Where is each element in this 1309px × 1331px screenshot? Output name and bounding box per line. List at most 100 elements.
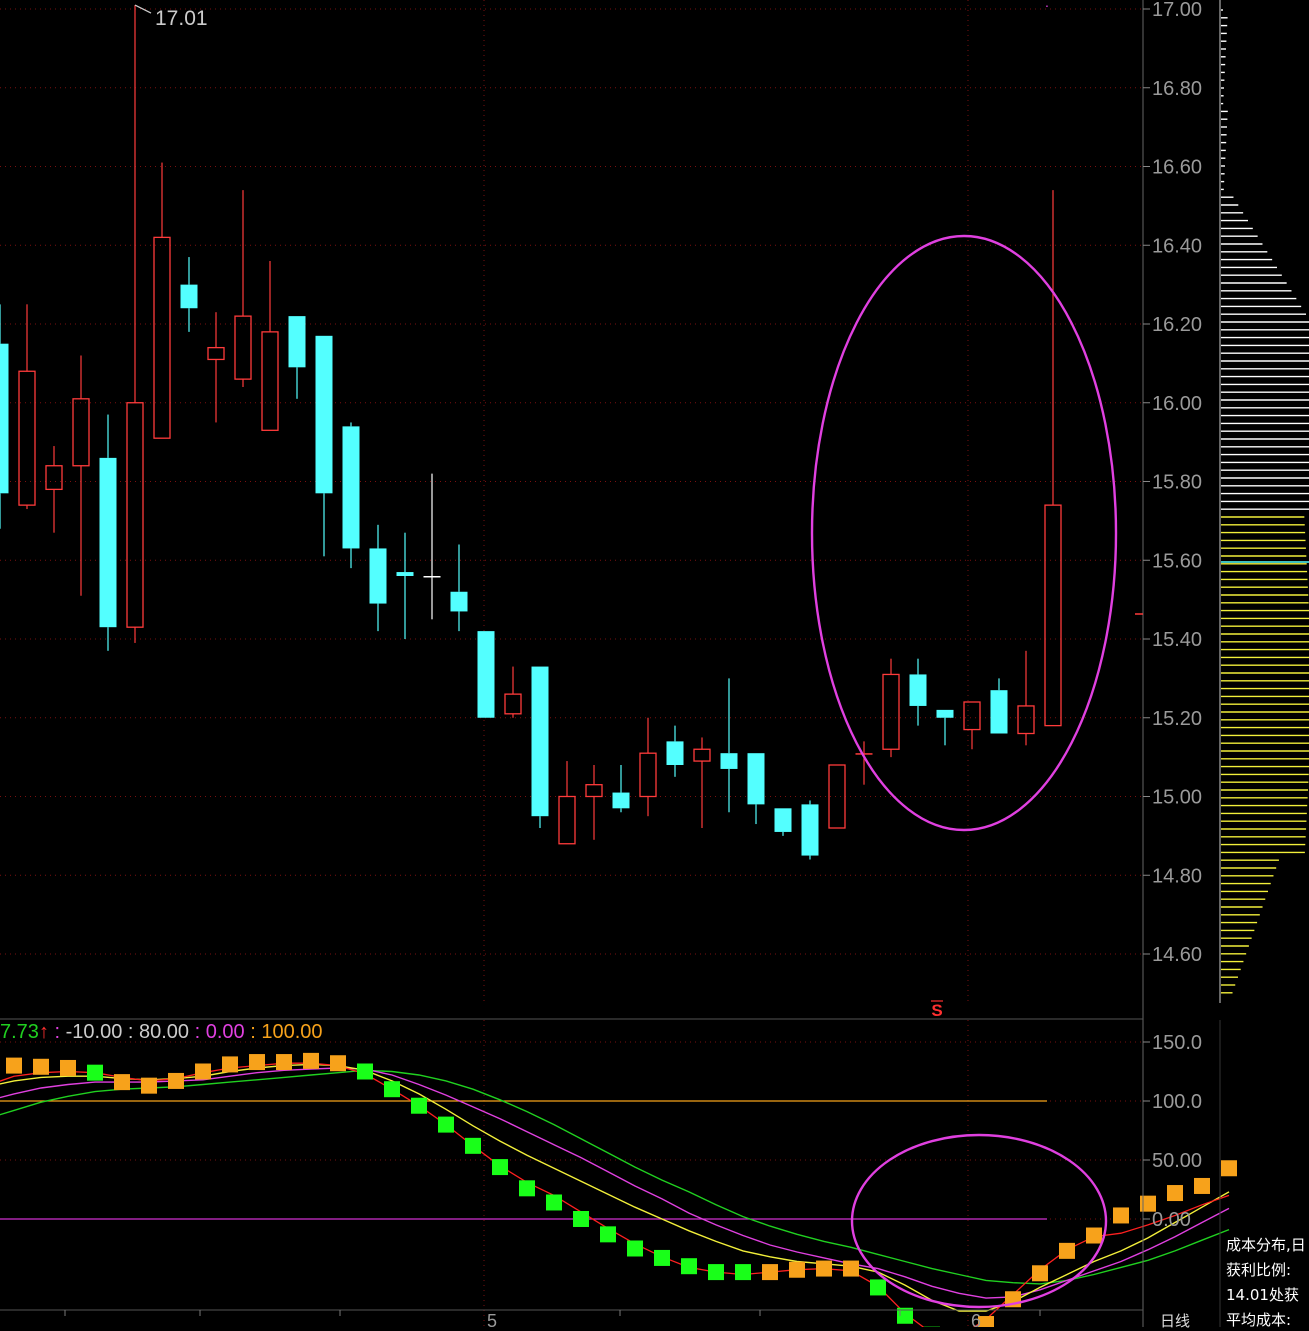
indicator-tick-label: 150.0: [1152, 1032, 1202, 1054]
avg-cost-label: 平均成本:: [1226, 1311, 1291, 1330]
indicator-tick-label: 50.00: [1152, 1150, 1202, 1172]
candle-body: [505, 694, 521, 714]
profit-ratio-label: 获利比例:: [1226, 1261, 1291, 1280]
indicator-header-part: 0.00: [206, 1021, 245, 1043]
highlight-ellipse-indicator: [852, 1135, 1106, 1307]
indicator-tick-label: 100.0: [1152, 1091, 1202, 1113]
indicator-line-magenta: [0, 1068, 1229, 1298]
candle-body: [0, 344, 9, 494]
candle-body: [802, 804, 819, 855]
indicator-square: [762, 1264, 778, 1280]
candle-body: [370, 548, 387, 603]
indicator-header-part: 80.00: [139, 1021, 189, 1043]
indicator-square: [357, 1064, 373, 1080]
candle-body: [532, 667, 549, 817]
indicator-square: [600, 1226, 616, 1242]
candle-body: [991, 690, 1008, 733]
candle-body: [910, 674, 927, 706]
x-axis-label: 5: [487, 1311, 497, 1327]
indicator-tick-label: 0.00: [1152, 1209, 1191, 1231]
indicator-square: [735, 1264, 751, 1280]
candle-body: [829, 765, 845, 828]
indicator-square: [816, 1261, 832, 1277]
indicator-header-part: -10.00: [66, 1021, 123, 1043]
indicator-square: [114, 1074, 130, 1090]
price-tick-label: 17.00: [1152, 0, 1202, 21]
indicator-square: [168, 1073, 184, 1089]
candle-body: [613, 793, 630, 809]
candle-body: [1045, 505, 1061, 726]
price-tick-label: 15.60: [1152, 550, 1202, 572]
indicator-header: 7.73↑ : -10.00 : 80.00 : 0.00 : 100.00: [0, 1021, 323, 1043]
indicator-square: [1113, 1207, 1129, 1223]
indicator-line-green: [0, 1070, 1229, 1284]
indicator-square: [465, 1138, 481, 1154]
indicator-square: [60, 1060, 76, 1076]
indicator-square: [87, 1065, 103, 1081]
indicator-square: [546, 1194, 562, 1210]
candle-body: [478, 631, 495, 718]
indicator-square: [276, 1054, 292, 1070]
indicator-square: [1059, 1243, 1075, 1259]
grid-lines: [0, 0, 1142, 1327]
indicator-square: [708, 1264, 724, 1280]
indicator-square: [1221, 1160, 1237, 1176]
candle-body: [343, 426, 360, 548]
indicator-square: [519, 1180, 535, 1196]
price-tick-label: 14.80: [1152, 865, 1202, 887]
indicator-square: [627, 1241, 643, 1257]
indicator-square: [411, 1098, 427, 1114]
indicator-square: [1194, 1178, 1210, 1194]
candle-body: [235, 316, 251, 379]
candle-body: [640, 753, 656, 796]
indicator-line-red: [0, 1063, 1229, 1327]
high-price-label: 17.01: [155, 7, 208, 30]
indicator-square: [870, 1279, 886, 1295]
candle-body: [262, 332, 278, 430]
candle-body: [451, 592, 468, 612]
candle-body: [73, 399, 89, 466]
indicator-square: [330, 1055, 346, 1071]
candle-body: [694, 749, 710, 761]
indicator-square: [303, 1053, 319, 1069]
candle-body: [937, 710, 954, 718]
candle-body: [316, 336, 333, 494]
candle-body: [127, 403, 143, 627]
candle-body: [748, 753, 765, 804]
indicator-header-part: :: [245, 1021, 262, 1043]
indicator-square: [1167, 1185, 1183, 1201]
indicator-square: [438, 1117, 454, 1133]
indicator-square: [384, 1081, 400, 1097]
price-tick-label: 16.20: [1152, 314, 1202, 336]
indicator-square: [195, 1064, 211, 1080]
indicator-square: [222, 1056, 238, 1072]
highlight-ellipse-price: [812, 236, 1116, 830]
price-tick-label: 16.00: [1152, 393, 1202, 415]
candle-body: [559, 797, 575, 844]
indicator-square: [654, 1250, 670, 1266]
candle-body: [19, 371, 35, 505]
candle-body: [964, 702, 980, 730]
indicator-square: [33, 1059, 49, 1075]
price-tick-label: 15.40: [1152, 629, 1202, 651]
indicator-square: [1032, 1265, 1048, 1281]
indicator-square: [6, 1058, 22, 1074]
price-tick-label: 14.60: [1152, 944, 1202, 966]
indicator-square: [141, 1078, 157, 1094]
candle-body: [1018, 706, 1034, 734]
top-dot-marker: ·: [1045, 0, 1050, 13]
price-tick-label: 15.20: [1152, 708, 1202, 730]
candle-body: [289, 316, 306, 367]
indicator-header-part: :: [122, 1021, 139, 1043]
price-tick-label: 16.40: [1152, 235, 1202, 257]
indicator-square: [789, 1262, 805, 1278]
profit-line-text: 14.01处获: [1226, 1286, 1299, 1305]
price-tick-label: 15.80: [1152, 472, 1202, 494]
cost-distribution-title: 成本分布,日: [1226, 1236, 1306, 1255]
candle-body: [100, 458, 117, 627]
candle-body: [667, 741, 684, 765]
indicator-square: [249, 1054, 265, 1070]
period-label[interactable]: 日线: [1160, 1312, 1190, 1331]
indicator-square: [492, 1159, 508, 1175]
cost-distribution-histogram: [1220, 0, 1309, 1003]
